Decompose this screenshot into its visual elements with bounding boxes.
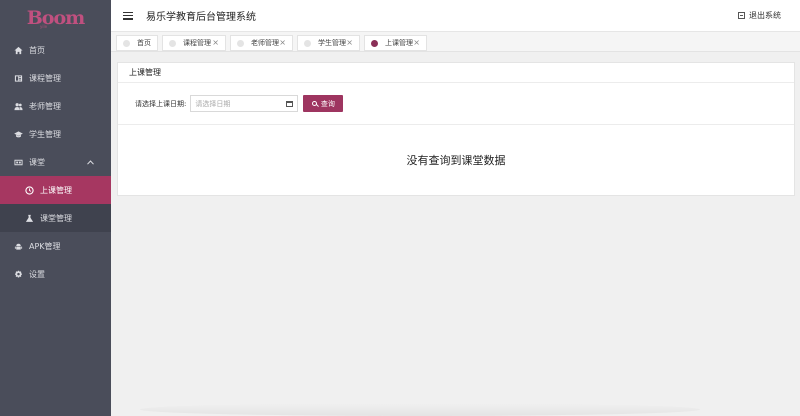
close-icon[interactable]: × xyxy=(212,38,219,47)
classroom-icon xyxy=(13,157,23,167)
users-icon xyxy=(13,101,23,111)
tab-dot-icon xyxy=(169,39,176,47)
query-button-label: 查询 xyxy=(320,99,335,108)
tab-students[interactable]: 学生管理 × xyxy=(297,35,360,51)
sidebar-item-settings[interactable]: 设置 xyxy=(0,260,111,288)
clock-icon xyxy=(24,185,34,195)
tab-teachers[interactable]: 老师管理 × xyxy=(230,35,293,51)
flask-icon xyxy=(24,213,34,223)
chevron-up-icon xyxy=(87,158,94,167)
app-title: 易乐学教育后台管理系统 xyxy=(146,12,256,23)
sidebar-item-apk[interactable]: APK管理 xyxy=(0,232,111,260)
sidebar-item-label: APK管理 xyxy=(29,241,61,251)
sidebar-item-label: 学生管理 xyxy=(29,129,61,139)
tab-home[interactable]: 首页 xyxy=(116,35,158,51)
sidebar-item-label: 上课管理 xyxy=(40,185,72,195)
tab-label: 老师管理 xyxy=(251,39,279,47)
sidebar-item-label: 设置 xyxy=(29,269,45,279)
empty-message: 没有查询到课堂数据 xyxy=(406,154,506,167)
sidebar: Boom yile 首页 课程管理 老师管理 学生管理 课堂 上课管理 课堂管理… xyxy=(0,0,111,416)
android-icon xyxy=(13,241,23,251)
sidebar-item-teachers[interactable]: 老师管理 xyxy=(0,92,111,120)
tab-label: 首页 xyxy=(137,39,151,47)
query-button[interactable]: 查询 xyxy=(303,95,344,112)
date-placeholder: 请选择日期 xyxy=(195,99,231,108)
tab-courses[interactable]: 课程管理 × xyxy=(162,35,226,51)
tab-label: 学生管理 xyxy=(318,39,346,47)
sidebar-item-label: 首页 xyxy=(29,45,45,55)
close-icon[interactable]: × xyxy=(346,38,353,47)
logo[interactable]: Boom yile xyxy=(0,0,111,36)
close-icon[interactable]: × xyxy=(413,38,420,47)
logout-button[interactable]: 退出系统 xyxy=(738,10,781,21)
sidebar-item-label: 老师管理 xyxy=(29,101,61,111)
content-panel: 上课管理 请选择上课日期: 请选择日期 查询 没有查询到课堂数据 xyxy=(117,62,795,196)
sidebar-item-courses[interactable]: 课程管理 xyxy=(0,64,111,92)
top-header: 易乐学教育后台管理系统 退出系统 xyxy=(111,0,800,32)
book-icon xyxy=(13,73,23,83)
panel-title: 上课管理 xyxy=(118,63,794,83)
close-icon[interactable]: × xyxy=(279,38,286,47)
bottom-shadow xyxy=(140,403,700,416)
logo-text: Boom xyxy=(26,6,86,29)
sidebar-item-attendance[interactable]: 上课管理 xyxy=(0,176,111,204)
home-icon xyxy=(13,45,23,55)
search-form: 请选择上课日期: 请选择日期 查询 xyxy=(118,83,794,125)
tab-dot-icon xyxy=(371,39,378,47)
tab-dot-icon xyxy=(237,39,244,47)
tab-dot-icon xyxy=(123,39,130,47)
tab-label: 上课管理 xyxy=(385,39,413,47)
sidebar-item-home[interactable]: 首页 xyxy=(0,36,111,64)
logout-label: 退出系统 xyxy=(749,11,781,20)
tab-bar: 首页 课程管理 × 老师管理 × 学生管理 × 上课管理 × xyxy=(111,32,800,52)
graduation-cap-icon xyxy=(13,129,23,139)
menu-toggle-icon[interactable] xyxy=(123,11,133,20)
sidebar-item-label: 课堂 xyxy=(29,157,45,167)
sidebar-item-label: 课程管理 xyxy=(29,73,61,83)
tab-attendance[interactable]: 上课管理 × xyxy=(364,35,427,51)
sidebar-item-label: 课堂管理 xyxy=(40,213,72,223)
sidebar-item-students[interactable]: 学生管理 xyxy=(0,120,111,148)
date-input[interactable]: 请选择日期 xyxy=(190,95,299,112)
logout-icon xyxy=(738,12,745,19)
calendar-icon[interactable] xyxy=(286,100,294,107)
sidebar-item-classroom[interactable]: 课堂 xyxy=(0,148,111,176)
sidebar-item-classroom-manage[interactable]: 课堂管理 xyxy=(0,204,111,232)
search-icon xyxy=(311,101,317,106)
tab-label: 课程管理 xyxy=(183,39,211,47)
date-label: 请选择上课日期: xyxy=(135,99,187,108)
logo-subtext: yile xyxy=(40,24,48,29)
gear-icon xyxy=(13,269,23,279)
tab-dot-icon xyxy=(304,39,311,47)
